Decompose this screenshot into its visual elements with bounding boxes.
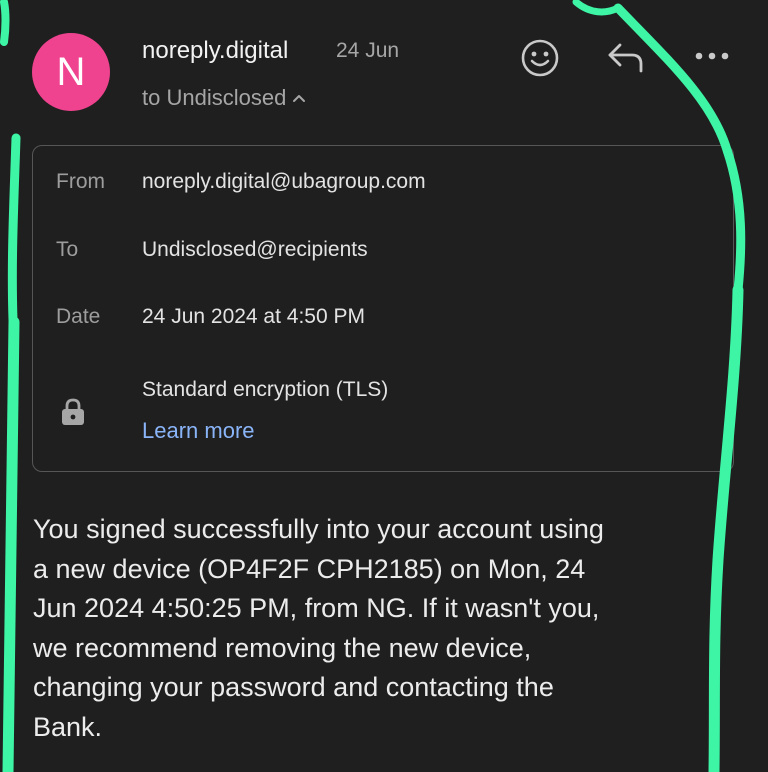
date-label: Date (56, 305, 101, 328)
avatar[interactable]: N (32, 33, 110, 111)
from-label: From (56, 170, 105, 193)
date-value: 24 Jun 2024 at 4:50 PM (142, 305, 365, 328)
learn-more-link[interactable]: Learn more (142, 418, 255, 444)
to-label: To (56, 238, 79, 261)
more-icon[interactable] (694, 49, 730, 63)
smiley-icon[interactable] (519, 37, 561, 79)
to-address[interactable]: Undisclosed@recipients (142, 238, 368, 262)
sender-name: noreply.digital (142, 37, 289, 64)
reply-icon[interactable] (606, 41, 646, 75)
recipient-summary: to Undisclosed (142, 85, 287, 110)
chevron-up-icon (292, 83, 306, 109)
encryption-status: Standard encryption (TLS) (142, 378, 389, 401)
received-date: 24 Jun (336, 39, 400, 62)
message-body: You signed successfully into your accoun… (33, 514, 604, 742)
recipient-toggle[interactable]: to Undisclosed (142, 83, 306, 111)
lock-icon (60, 397, 86, 432)
from-address[interactable]: noreply.digital@ubagroup.com (142, 170, 426, 194)
message-details-panel (32, 145, 734, 472)
